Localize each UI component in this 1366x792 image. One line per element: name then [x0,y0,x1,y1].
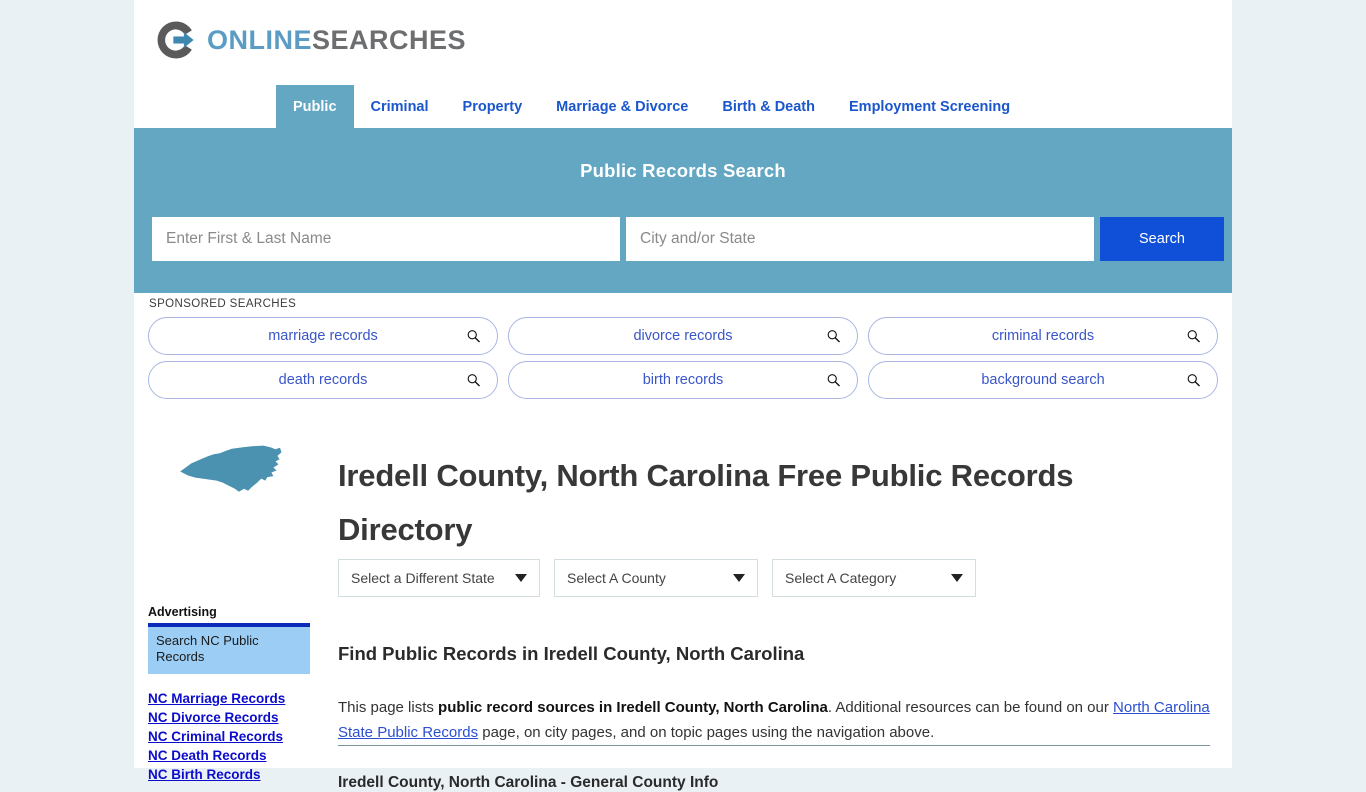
advertising-box-text: Search NC Public Records [156,633,259,664]
paragraph-bold-1: public record sources in Iredell County,… [438,699,828,716]
advertising-box[interactable]: Search NC Public Records [148,623,310,674]
search-icon [467,330,480,343]
search-band-title: Public Records Search [580,160,786,181]
paragraph-text-1: This page lists [338,699,439,716]
sponsored-pill-divorce-records[interactable]: divorce records [508,317,858,355]
nav-tab-property[interactable]: Property [446,85,540,128]
search-icon [467,374,480,387]
sidebar-link-nc-death-records[interactable]: NC Death Records [148,746,310,765]
sponsored-pill-background-search[interactable]: background search [868,361,1218,399]
page-title: Iredell County, North Carolina Free Publ… [338,457,1074,547]
search-button[interactable]: Search [1100,217,1224,261]
nav-tab-birth-death[interactable]: Birth & Death [705,85,832,128]
sponsored-searches-grid: marriage records divorce records crimina… [148,317,1218,399]
sponsored-pill-label: criminal records [991,328,1095,344]
name-search-input[interactable] [152,217,620,261]
site-logo[interactable]: ONLINESEARCHES [154,18,466,62]
advertising-links: NC Marriage Records NC Divorce Records N… [148,689,310,784]
sponsored-pill-label: background search [981,372,1105,388]
sponsored-pill-criminal-records[interactable]: criminal records [868,317,1218,355]
circle-arrow-logo-icon [157,21,194,59]
nav-tab-marriage-divorce[interactable]: Marriage & Divorce [539,85,705,128]
intro-paragraph: This page lists public record sources in… [338,695,1210,745]
paragraph-text-3: page, on city pages, and on topic pages … [478,724,935,741]
search-icon [827,374,840,387]
city-state-search-input[interactable] [626,217,1094,261]
paragraph-text-2: . Additional resources can be found on o… [827,699,1114,716]
sidebar-link-nc-marriage-records[interactable]: NC Marriage Records [148,689,310,708]
search-icon [1187,330,1200,343]
filter-dropdown-row: Select a Different State Select A County… [338,559,990,597]
logo-word-online: ONLINE [207,24,313,55]
logo-wordmark: ONLINESEARCHES [207,25,466,56]
search-form: Search [152,217,1224,261]
logo-word-searches: SEARCHES [312,24,467,55]
state-select[interactable]: Select a Different State [338,559,540,597]
nav-list: Public Criminal Property Marriage & Divo… [276,85,1027,128]
sponsored-pill-birth-records[interactable]: birth records [508,361,858,399]
nav-tab-employment-screening[interactable]: Employment Screening [832,85,1027,128]
search-icon [827,330,840,343]
page-container: ONLINESEARCHES Public Criminal Property … [134,0,1232,791]
sponsored-pill-marriage-records[interactable]: marriage records [148,317,498,355]
sponsored-pill-death-records[interactable]: death records [148,361,498,399]
advertising-heading: Advertising [148,605,217,619]
main-navigation: Public Criminal Property Marriage & Divo… [134,85,1232,128]
nav-tab-public[interactable]: Public [276,85,354,128]
category-select-label: Select A Category [785,570,897,586]
section-heading: Find Public Records in Iredell County, N… [338,643,805,665]
subsection-heading: Iredell County, North Carolina - General… [338,773,719,791]
county-select[interactable]: Select A County [554,559,758,597]
category-select[interactable]: Select A Category [772,559,976,597]
advertising-sidebar: Advertising Search NC Public Records NC … [148,605,310,784]
chevron-down-icon [515,574,527,582]
public-records-search-band: Public Records Search Search [134,128,1232,293]
state-select-label: Select a Different State [351,570,495,586]
sponsored-pill-label: divorce records [633,328,733,344]
search-icon [1187,374,1200,387]
sidebar-link-nc-divorce-records[interactable]: NC Divorce Records [148,708,310,727]
sponsored-pill-label: birth records [642,372,724,388]
section-divider [338,745,1210,746]
sponsored-pill-label: marriage records [268,328,378,344]
sponsored-pill-label: death records [278,372,368,388]
chevron-down-icon [951,574,963,582]
sidebar-link-nc-criminal-records[interactable]: NC Criminal Records [148,727,310,746]
sponsored-searches-label: SPONSORED SEARCHES [149,298,297,310]
nav-tab-criminal[interactable]: Criminal [354,85,446,128]
county-select-label: Select A County [567,570,666,586]
north-carolina-map-icon [180,445,282,492]
chevron-down-icon [733,574,745,582]
